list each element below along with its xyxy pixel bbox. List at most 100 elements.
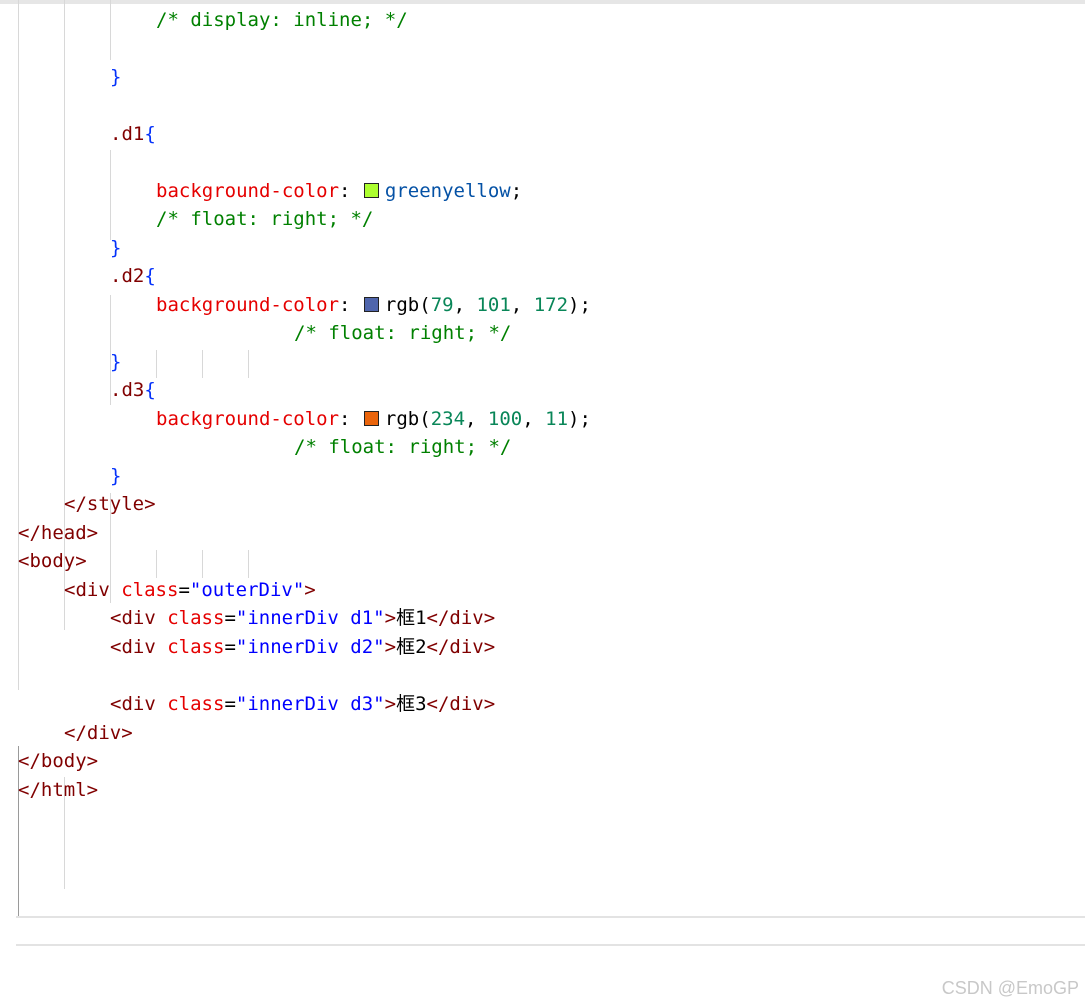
token-text: =	[224, 693, 236, 715]
token-attr_name: class	[167, 693, 225, 715]
token-tag: >	[75, 550, 87, 572]
watermark: CSDN @EmoGP	[941, 978, 1079, 998]
code-line[interactable]: <div class="innerDiv d1">框1</div>	[110, 604, 495, 632]
current-line-border	[16, 944, 1085, 946]
token-number: 101	[476, 294, 511, 316]
code-line[interactable]: background-color: rgb(234, 100, 11);	[156, 405, 591, 433]
token-selector: .d1	[110, 123, 145, 145]
token-tag: >	[121, 722, 133, 744]
token-tag: body	[29, 550, 76, 572]
token-brace: {	[144, 123, 156, 145]
current-line-border	[16, 916, 1085, 918]
token-text: 框2	[396, 636, 427, 658]
token-tag: <	[110, 636, 122, 658]
code-line[interactable]: /* display: inline; */	[156, 6, 408, 34]
token-number: 172	[533, 294, 569, 316]
code-line[interactable]: <body>	[18, 547, 87, 575]
code-line[interactable]: </html>	[18, 776, 98, 804]
token-tag: >	[483, 693, 496, 715]
code-line[interactable]: /* float: right; */	[294, 433, 511, 461]
indent-guide	[248, 550, 249, 578]
token-attr_value: "outerDiv"	[189, 579, 305, 601]
token-tag: </	[426, 636, 450, 658]
token-punct: ,	[510, 294, 534, 316]
code-line[interactable]: </head>	[18, 519, 98, 547]
token-brace: }	[110, 351, 122, 373]
token-tag: div	[449, 636, 484, 658]
token-tag: >	[86, 750, 99, 772]
token-tag: </	[64, 493, 87, 515]
token-text: =	[224, 607, 236, 629]
token-tag: div	[121, 607, 156, 629]
token-punct: ,	[465, 408, 488, 430]
token-property: background-color	[156, 180, 340, 202]
code-line[interactable]: }	[110, 462, 121, 490]
token-value: greenyellow	[384, 180, 511, 202]
token-tag: >	[86, 779, 99, 801]
token-property: background-color	[156, 408, 340, 430]
token-text: =	[224, 636, 236, 658]
token-punct: :	[339, 180, 362, 202]
token-brace: {	[144, 379, 156, 401]
indent-guide	[202, 350, 203, 378]
token-number: 234	[430, 408, 466, 430]
token-tag: >	[384, 636, 397, 658]
token-attr_name: class	[167, 607, 225, 629]
token-punct: ,	[453, 294, 477, 316]
token-comment: /* display: inline; */	[156, 9, 408, 31]
code-line[interactable]: </style>	[64, 490, 156, 518]
token-tag: </	[64, 722, 87, 744]
token-property: background-color	[156, 294, 340, 316]
token-brace: }	[110, 66, 122, 88]
token-tag: </	[18, 750, 41, 772]
code-line[interactable]: .d1{	[110, 120, 156, 148]
code-line[interactable]: <div class="innerDiv d2">框2</div>	[110, 633, 495, 661]
color-swatch-icon[interactable]	[363, 297, 379, 312]
token-brace: }	[110, 237, 122, 259]
code-line[interactable]: <div class="innerDiv d3">框3</div>	[110, 690, 495, 718]
token-attr_name: class	[167, 636, 225, 658]
code-line[interactable]: /* float: right; */	[156, 205, 373, 233]
indent-guide	[248, 350, 249, 378]
token-brace: {	[144, 265, 156, 287]
token-comment: /* float: right; */	[156, 208, 374, 230]
token-tag: >	[384, 693, 397, 715]
token-punct: );	[568, 294, 591, 316]
color-swatch-icon[interactable]	[363, 411, 379, 426]
editor-top-border	[0, 0, 1085, 4]
token-tag: >	[483, 607, 496, 629]
code-line[interactable]: .d3{	[110, 376, 156, 404]
token-text: 框1	[396, 607, 427, 629]
token-attr_value: "innerDiv d1"	[235, 607, 385, 629]
code-line[interactable]: background-color: rgb(79, 101, 172);	[156, 291, 591, 319]
code-editor[interactable]: /* display: inline; */} .d1{background-co…	[0, 0, 1085, 1003]
code-line[interactable]: </div>	[64, 719, 133, 747]
code-line[interactable]: <div class="outerDiv">	[64, 576, 316, 604]
indent-guide	[156, 350, 157, 378]
code-line[interactable]: /* float: right; */	[294, 319, 511, 347]
token-tag: <	[110, 607, 122, 629]
token-tag: >	[86, 522, 99, 544]
token-tag: head	[40, 522, 87, 544]
code-line[interactable]: }	[110, 63, 121, 91]
token-tag: >	[384, 607, 397, 629]
token-tag: div	[75, 579, 110, 601]
color-swatch-icon[interactable]	[363, 183, 379, 198]
token-number: 11	[545, 408, 569, 430]
token-punct: rgb(	[384, 408, 431, 430]
code-line[interactable]: background-color: greenyellow;	[156, 177, 522, 205]
code-line[interactable]: }	[110, 348, 121, 376]
code-line[interactable]: }	[110, 234, 121, 262]
token-punct: ,	[522, 408, 546, 430]
code-line[interactable]: .d2{	[110, 262, 156, 290]
token-tag: </	[18, 522, 41, 544]
token-tag: >	[304, 579, 316, 601]
token-text: 框3	[396, 693, 427, 715]
code-line[interactable]: </body>	[18, 747, 98, 775]
token-tag: style	[86, 493, 145, 515]
token-brace: }	[110, 465, 122, 487]
